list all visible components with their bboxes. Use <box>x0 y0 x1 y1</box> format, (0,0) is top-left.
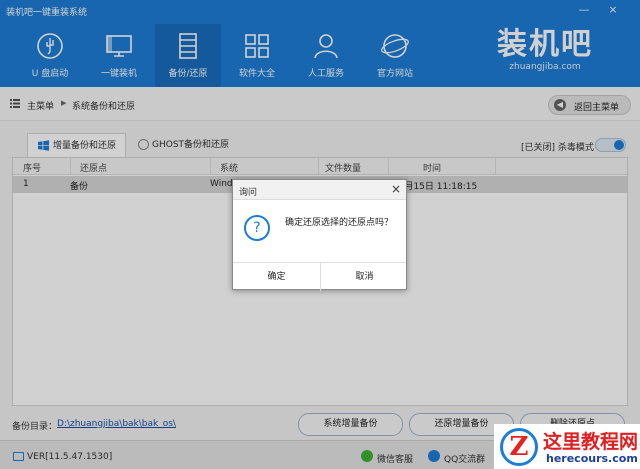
watermark-logo: Z <box>500 428 538 466</box>
confirm-dialog: 询问 × ? 确定还原选择的还原点吗？ 确定 取消 <box>232 179 408 291</box>
dialog-footer: 确定 取消 <box>233 262 408 291</box>
dialog-cancel-button[interactable]: 取消 <box>321 263 408 291</box>
dialog-close-button[interactable]: × <box>389 182 403 196</box>
dialog-title: 询问 <box>239 188 258 198</box>
question-icon: ? <box>244 215 270 241</box>
watermark-url: herecours.com <box>546 452 638 465</box>
dialog-ok-button[interactable]: 确定 <box>233 263 320 291</box>
watermark: Z 这里教程网 herecours.com <box>494 424 640 469</box>
dialog-message: 确定还原选择的还原点吗？ <box>285 218 394 228</box>
dialog-title-bar: 询问 × <box>233 180 406 200</box>
watermark-name: 这里教程网 <box>543 431 639 453</box>
